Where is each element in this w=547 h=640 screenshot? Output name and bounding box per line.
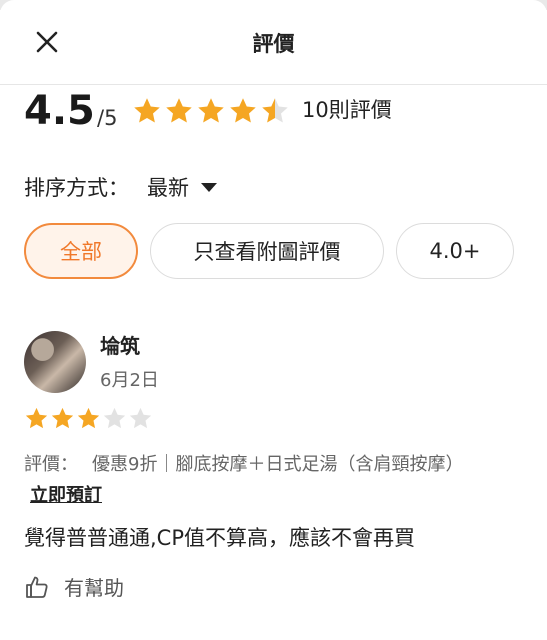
reviewer-name: 埨筑 xyxy=(100,334,140,358)
average-score: 4.5 xyxy=(24,88,95,134)
helpful-label: 有幫助 xyxy=(64,576,124,600)
summary-star-2 xyxy=(166,98,192,123)
summary-star-rating xyxy=(132,96,290,126)
book-now-link[interactable]: 立即預訂 xyxy=(30,481,102,507)
review-date: 6月2日 xyxy=(100,370,159,391)
sort-row: 排序方式： 最新 xyxy=(24,172,217,202)
rating-summary: 4.5 /5 10則評價 xyxy=(24,88,524,138)
review-star-4 xyxy=(103,407,126,429)
caret-down-icon[interactable] xyxy=(201,182,217,192)
sheet-header: 評價 xyxy=(0,0,547,85)
page-title: 評價 xyxy=(252,32,295,56)
sort-label: 排序方式： xyxy=(24,176,129,200)
review-star-rating xyxy=(24,406,153,431)
avatar xyxy=(24,331,86,393)
sort-dropdown[interactable]: 最新 xyxy=(147,172,189,202)
summary-star-1 xyxy=(134,98,160,123)
review-star-1 xyxy=(25,407,48,429)
review-star-3 xyxy=(77,407,100,429)
review-star-2 xyxy=(51,407,74,429)
filter-chip-4plus[interactable]: 4.0+ xyxy=(396,223,514,279)
review-count: 10則評價 xyxy=(302,98,392,122)
score-max: /5 xyxy=(97,106,118,130)
thumbs-up-icon xyxy=(26,576,48,598)
summary-star-5 xyxy=(262,98,288,123)
review-text: 覺得普普通通,CP值不算高，應該不會再買 xyxy=(24,526,416,550)
helpful-button[interactable]: 有幫助 xyxy=(24,572,124,601)
variant-text: 優惠9折｜腳底按摩＋日式足湯（含肩頸按摩） xyxy=(92,454,464,475)
filter-chip-photos[interactable]: 只查看附圖評價 xyxy=(150,223,384,279)
summary-star-3 xyxy=(198,98,224,123)
review-star-5 xyxy=(129,407,152,429)
variant-prefix: 評價： xyxy=(24,454,78,475)
summary-star-4 xyxy=(230,98,256,123)
review-variant: 評價： 優惠9折｜腳底按摩＋日式足湯（含肩頸按摩） xyxy=(24,450,534,476)
filter-chip-all[interactable]: 全部 xyxy=(24,223,138,279)
reviews-sheet: 評價 4.5 /5 10則評價 排序方式： 最新 全部 只查看附圖評價 4.0+… xyxy=(0,0,547,640)
